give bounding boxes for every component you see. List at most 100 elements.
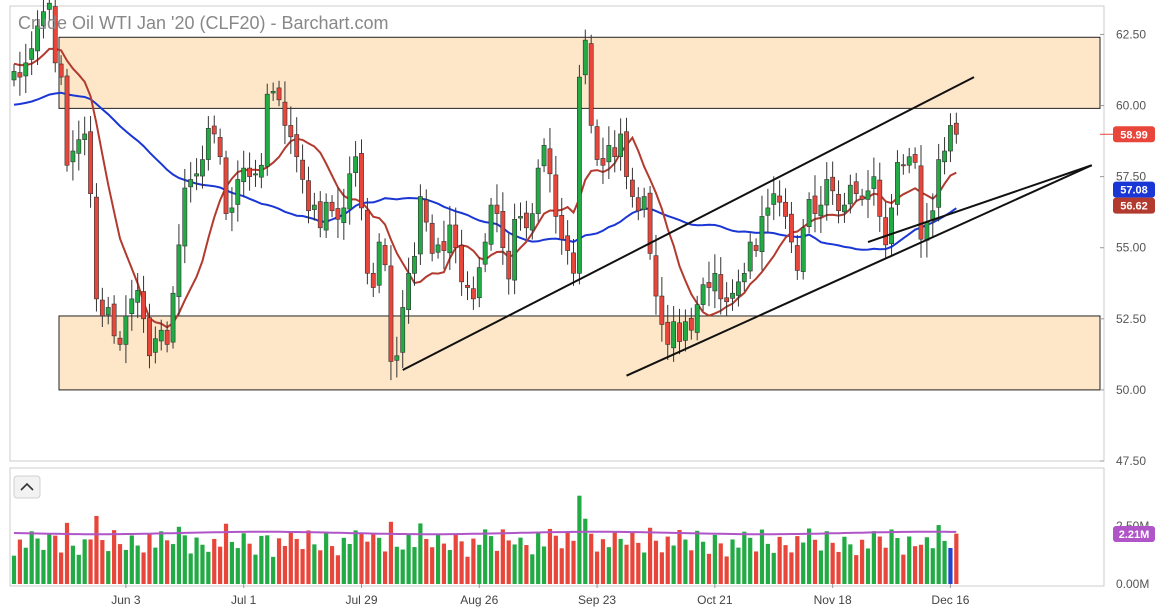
candle-body	[123, 315, 129, 345]
volume-bar	[854, 555, 859, 584]
volume-bar	[753, 551, 759, 584]
candle-body	[588, 43, 594, 126]
candle-body	[465, 284, 470, 288]
volume-bar	[117, 544, 123, 584]
candle-body	[812, 195, 818, 214]
collapse-volume-button[interactable]	[13, 475, 41, 499]
candle-body	[753, 245, 759, 251]
volume-bar	[677, 529, 682, 584]
volume-bar	[759, 529, 765, 584]
candle-body	[724, 297, 730, 303]
candle-body	[105, 307, 111, 316]
volume-bar	[347, 543, 352, 584]
candle-body	[247, 167, 252, 177]
candle-body	[895, 162, 900, 205]
candle-body	[329, 201, 335, 212]
volume-bar	[859, 539, 865, 584]
volume-bar	[506, 540, 511, 584]
volume-bar	[218, 546, 223, 584]
volume-bar	[318, 550, 323, 584]
candle-body	[582, 39, 588, 76]
volume-bar	[76, 554, 81, 584]
candle-body	[435, 244, 441, 253]
volume-badge: 2.21M	[1113, 526, 1155, 542]
volume-bar	[824, 531, 829, 584]
volume-bar	[483, 529, 488, 584]
candle-body	[152, 338, 158, 353]
candle-body	[353, 156, 358, 173]
candle-body	[688, 317, 694, 331]
candle-body	[936, 159, 942, 208]
price-tick-label: 52.50	[1116, 312, 1146, 326]
volume-bar	[64, 522, 70, 584]
price-tick-label: 62.50	[1116, 27, 1146, 41]
volume-bar	[954, 533, 959, 584]
candle-body	[347, 173, 353, 210]
volume-bar	[871, 531, 876, 584]
value-badges-layer: 58.99 57.08 56.62 2.21M	[1100, 126, 1155, 542]
volume-bar	[17, 539, 22, 584]
candle-body	[576, 76, 582, 274]
candle-body	[806, 199, 812, 227]
candle-body	[270, 91, 276, 94]
volume-bar	[435, 534, 441, 584]
volume-bar	[477, 544, 482, 584]
volume-bar	[294, 538, 299, 584]
candle-body	[300, 159, 305, 180]
candle-body	[594, 126, 600, 160]
candle-body	[182, 187, 188, 247]
candle-body	[671, 321, 677, 349]
volume-bar	[524, 545, 529, 584]
candle-body	[359, 153, 364, 209]
candle-body	[88, 131, 93, 194]
volume-bar	[736, 547, 741, 584]
candle-body	[170, 292, 176, 343]
price-tick-label: 60.00	[1116, 99, 1146, 113]
candle-body	[370, 273, 376, 288]
volume-bar	[88, 539, 93, 584]
candle-body	[176, 244, 182, 297]
volume-bar	[924, 537, 929, 584]
volume-bar	[801, 542, 806, 584]
volume-bar	[447, 550, 452, 584]
candle-body	[523, 212, 529, 229]
volume-bar	[877, 536, 882, 584]
volume-bar	[518, 537, 523, 584]
candle-body	[641, 196, 647, 210]
volume-bar	[324, 533, 329, 584]
candle-body	[494, 204, 500, 214]
candle-body	[311, 204, 317, 210]
candle-body	[618, 133, 624, 158]
volume-bar	[671, 545, 676, 584]
candle-body	[541, 145, 547, 167]
candle-body	[847, 184, 853, 205]
volume-bar	[718, 543, 723, 584]
candle-body	[736, 281, 741, 296]
volume-bar	[589, 533, 594, 584]
candle-body	[948, 125, 953, 152]
volume-bar	[930, 548, 935, 584]
price-tick-label: 57.50	[1116, 170, 1146, 184]
candle-body	[459, 245, 465, 283]
candle-body	[364, 209, 370, 274]
volume-bar	[259, 535, 264, 584]
volume-bar	[276, 538, 282, 584]
candle-body	[194, 173, 199, 177]
volume-bar	[241, 533, 246, 584]
candle-body	[141, 291, 146, 320]
volume-bar	[53, 535, 58, 584]
volume-bar	[412, 547, 417, 584]
candle-body	[694, 304, 700, 333]
candle-body	[771, 193, 777, 205]
volume-bar	[112, 530, 117, 584]
candle-body	[683, 321, 688, 341]
volume-bar	[282, 545, 288, 584]
volume-bar	[159, 531, 164, 584]
candle-body	[76, 139, 82, 154]
volume-bar	[377, 537, 382, 584]
volume-bar	[271, 556, 276, 584]
volume-bar	[424, 538, 429, 584]
volume-bar	[806, 528, 812, 584]
candle-body	[565, 235, 571, 251]
candle-body	[777, 195, 783, 203]
